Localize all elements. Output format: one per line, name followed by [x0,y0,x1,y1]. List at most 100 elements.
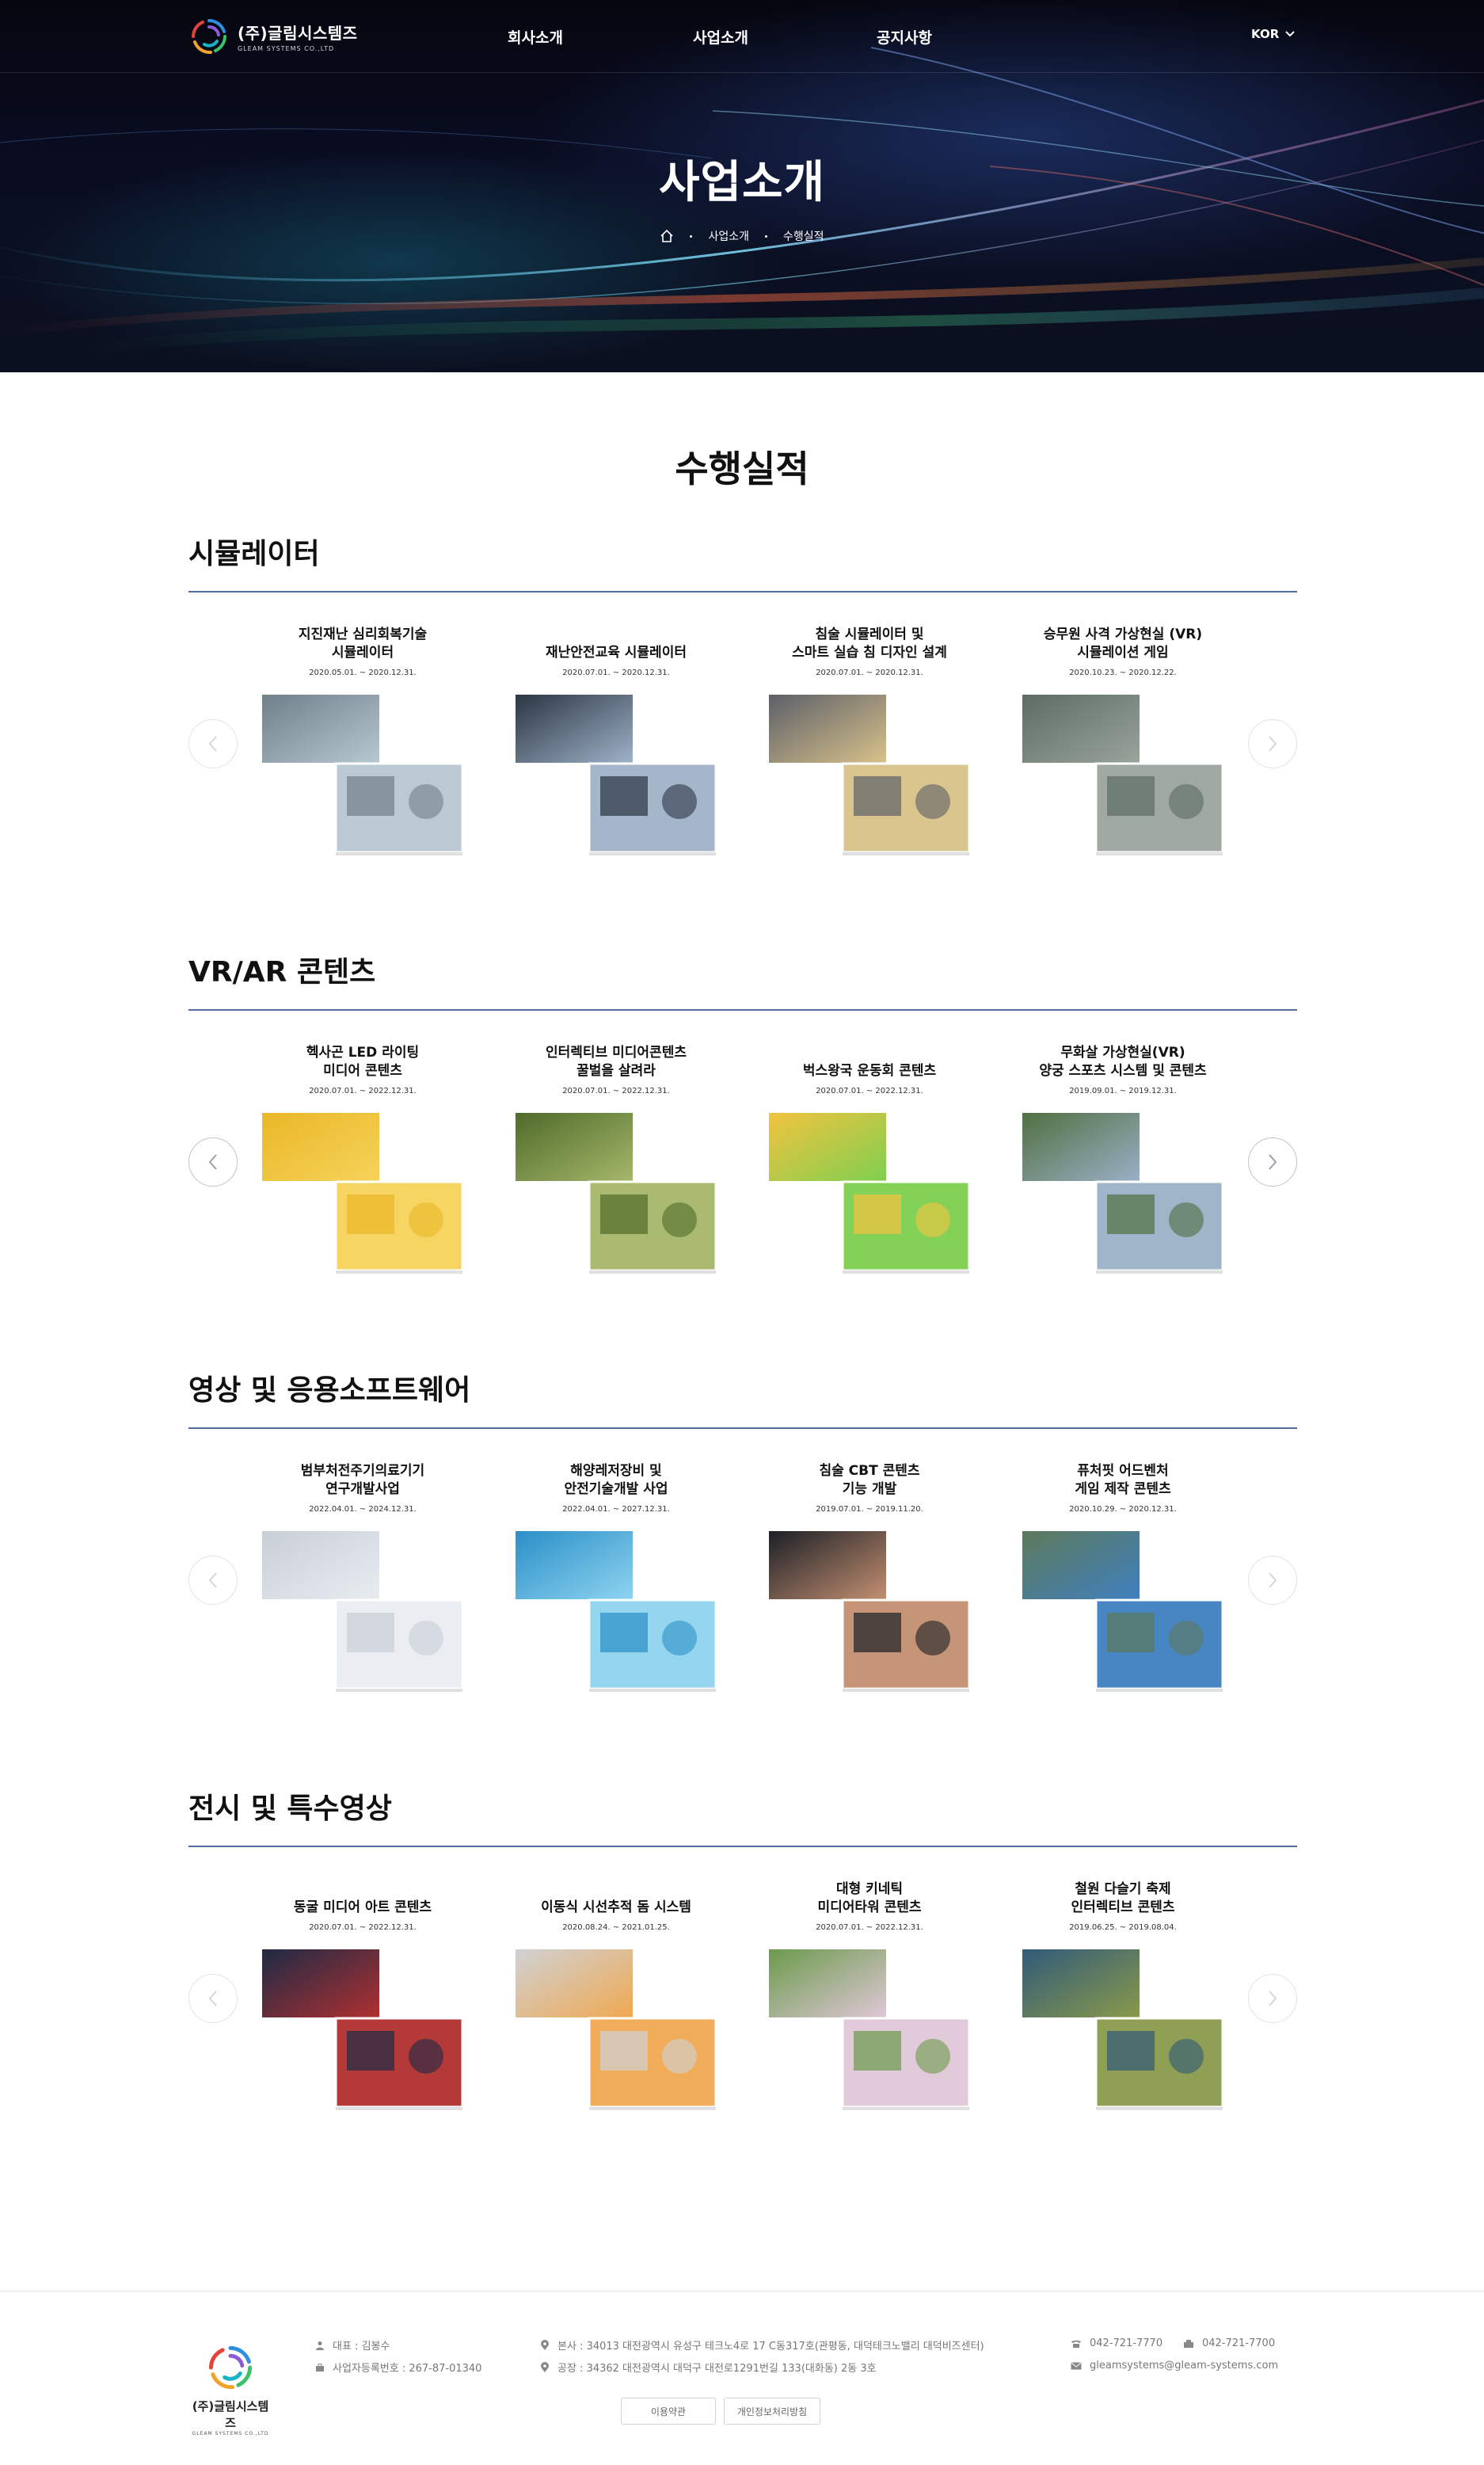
site-footer: (주)글림시스템즈 GLEAM SYSTEMS CO.,LTD 대표 : 김봉수… [0,2291,1484,2465]
chevron-left-icon [208,1991,217,2006]
project-period: 2020.07.01. ~ 2022.12.31. [309,1087,417,1095]
section-title: VR/AR 콘텐츠 [188,956,376,989]
project-thumbnail-image [513,1109,719,1279]
project-card[interactable]: 철원 다슬기 축제 인터렉티브 콘텐츠 2019.06.25. ~ 2019.08… [1004,1880,1242,2118]
footer-email: gleamsystems@gleam-systems.com [1071,2360,1278,2372]
project-period: 2020.07.01. ~ 2022.12.31. [309,1923,417,1932]
footer-biz-number: 사업자등록번호 : 267-87-01340 [315,2360,481,2375]
breadcrumb: 사업소개 수행실적 [0,228,1484,244]
privacy-policy-button[interactable]: 개인정보처리방침 [724,2398,820,2425]
footer-logo-korean: (주)글림시스템즈 [192,2399,269,2430]
carousel-next-button[interactable] [1248,1137,1297,1187]
language-selector[interactable]: KOR [1251,27,1295,41]
nav-business[interactable]: 사업소개 [693,26,748,48]
carousel-next-button[interactable] [1248,719,1297,768]
company-logo[interactable]: (주)글림시스템즈 GLEAM SYSTEMS CO.,LTD [188,16,358,57]
logo-text-korean: (주)글림시스템즈 [238,24,358,43]
breadcrumb-current: 수행실적 [783,230,824,243]
footer-email-text[interactable]: gleamsystems@gleam-systems.com [1090,2360,1278,2372]
project-thumbnail-image [260,1109,466,1279]
project-card[interactable]: 침술 CBT 콘텐츠 기능 개발 2019.07.01. ~ 2019.11.20… [751,1462,988,1700]
section-3: 영상 및 응용소프트웨어 범부처전주기의료기기 연구개발사업 2022.04.01.… [188,1367,1297,1747]
chevron-down-icon [1285,31,1295,37]
footer-fax-text: 042-721-7700 [1202,2337,1276,2349]
footer-factory-address: 공장 : 34362 대전광역시 대덕구 대전로1291번길 133(대화동) … [540,2360,877,2375]
footer-ceo: 대표 : 김봉수 [315,2337,390,2353]
project-thumbnail-image [1020,1527,1226,1697]
mail-icon [1071,2362,1082,2369]
project-card[interactable]: 동굴 미디어 아트 콘텐츠 2020.07.01. ~ 2022.12.31. [244,1880,481,2118]
carousel-next-button[interactable] [1248,1974,1297,2023]
project-thumbnail-image [767,1109,972,1279]
section-2: VR/AR 콘텐츠헥사곤 LED 라이팅 미디어 콘텐츠 2020.07.01. … [188,949,1297,1329]
project-period: 2020.07.01. ~ 2022.12.31. [816,1087,923,1095]
carousel-next-button[interactable] [1248,1556,1297,1605]
carousel-prev-button[interactable] [188,1137,238,1187]
project-period: 2020.05.01. ~ 2020.12.31. [309,669,417,677]
project-card[interactable]: 대형 키네틱 미디어타워 콘텐츠 2020.07.01. ~ 2022.12.31… [751,1880,988,2118]
project-card[interactable]: 지진재난 심리회복기술 시뮬레이터 2020.05.01. ~ 2020.12.3… [244,626,481,863]
project-thumbnail-image [513,691,719,861]
section-divider [188,591,1297,592]
language-label: KOR [1251,27,1280,41]
project-period: 2020.07.01. ~ 2020.12.31. [562,669,670,677]
footer-logo-mark-icon [208,2345,253,2390]
page-title: 수행실적 [675,448,809,490]
project-period: 2019.09.01. ~ 2019.12.31. [1069,1087,1177,1095]
project-card[interactable]: 범부처전주기의료기기 연구개발사업 2022.04.01. ~ 2024.12.3… [244,1462,481,1700]
person-icon [316,2341,324,2350]
project-title: 침술 CBT 콘텐츠 기능 개발 [819,1463,920,1497]
nav-notice[interactable]: 공지사항 [877,26,932,48]
project-title: 재난안전교육 시뮬레이터 [546,645,687,661]
project-title: 대형 키네틱 미디어타워 콘텐츠 [817,1881,922,1915]
project-card[interactable]: 해양레저장비 및 안전기술개발 사업 2022.04.01. ~ 2027.12.… [497,1462,735,1700]
project-period: 2020.07.01. ~ 2022.12.31. [562,1087,670,1095]
project-title: 헥사곤 LED 라이팅 미디어 콘텐츠 [306,1045,420,1079]
project-period: 2019.06.25. ~ 2019.08.04. [1069,1923,1177,1932]
top-navigation-bar: (주)글림시스템즈 GLEAM SYSTEMS CO.,LTD 회사소개 사업소… [0,0,1484,73]
terms-button[interactable]: 이용약관 [621,2398,716,2425]
location-pin-icon [541,2339,549,2350]
project-thumbnail-image [513,1527,719,1697]
project-title: 범부처전주기의료기기 연구개발사업 [300,1463,425,1497]
project-card[interactable]: 벅스왕국 운동회 콘텐츠 2020.07.01. ~ 2022.12.31. [751,1044,988,1282]
carousel-prev-button[interactable] [188,1974,238,2023]
project-period: 2019.07.01. ~ 2019.11.20. [816,1505,923,1514]
project-title: 지진재난 심리회복기술 시뮬레이터 [298,627,428,661]
project-title: 침술 시뮬레이터 및 스마트 실습 침 디자인 설계 [792,627,947,661]
project-card[interactable]: 재난안전교육 시뮬레이터 2020.07.01. ~ 2020.12.31. [497,626,735,863]
project-card[interactable]: 인터렉티브 미디어콘텐츠 꿀벌을 살려라 2020.07.01. ~ 2022.1… [497,1044,735,1282]
project-period: 2020.10.23. ~ 2020.12.22. [1069,669,1177,677]
project-title: 동굴 미디어 아트 콘텐츠 [293,1899,432,1915]
breadcrumb-separator [690,234,693,238]
section-title: 전시 및 특수영상 [188,1793,392,1825]
footer-logo-english: GLEAM SYSTEMS CO.,LTD [192,2431,269,2436]
footer-biz-number-text: 사업자등록번호 : 267-87-01340 [333,2363,482,2375]
carousel-prev-button[interactable] [188,719,238,768]
project-card[interactable]: 헥사곤 LED 라이팅 미디어 콘텐츠 2020.07.01. ~ 2022.12… [244,1044,481,1282]
project-card[interactable]: 침술 시뮬레이터 및 스마트 실습 침 디자인 설계 2020.07.01. ~ … [751,626,988,863]
project-card[interactable]: 승무원 사격 가상현실 (VR) 시뮬레이션 게임 2020.10.23. ~ 2… [1004,626,1242,863]
project-card[interactable]: 퓨처핏 어드벤처 게임 제작 콘텐츠 2020.10.29. ~ 2020.12.… [1004,1462,1242,1700]
logo-mark-icon [192,19,226,55]
footer-hq-address: 본사 : 34013 대전광역시 유성구 테크노4로 17 C동317호(관평동… [540,2337,984,2353]
project-thumbnail-image [260,691,466,861]
project-thumbnail-image [767,1945,972,2116]
hero-banner: (주)글림시스템즈 GLEAM SYSTEMS CO.,LTD 회사소개 사업소… [0,0,1484,372]
project-thumbnail-image [1020,1945,1226,2116]
location-pin-icon [541,2361,549,2372]
home-icon[interactable] [660,229,674,243]
nav-company[interactable]: 회사소개 [508,26,563,48]
project-card[interactable]: 이동식 시선추적 돔 시스템 2020.08.24. ~ 2021.01.25. [497,1880,735,2118]
footer-logo[interactable]: (주)글림시스템즈 GLEAM SYSTEMS CO.,LTD [187,2342,274,2436]
project-card[interactable]: 무화살 가상현실(VR) 양궁 스포츠 시스템 및 콘텐츠 2019.09.01.… [1004,1044,1242,1282]
project-period: 2022.04.01. ~ 2024.12.31. [309,1505,417,1514]
project-thumbnail-image [767,691,972,861]
project-thumbnail-image [767,1527,972,1697]
breadcrumb-separator [765,234,767,238]
breadcrumb-business[interactable]: 사업소개 [708,228,749,244]
project-period: 2022.04.01. ~ 2027.12.31. [562,1505,670,1514]
logo-text-english: GLEAM SYSTEMS CO.,LTD [238,45,335,52]
project-title: 인터렉티브 미디어콘텐츠 꿀벌을 살려라 [546,1045,687,1079]
carousel-prev-button[interactable] [188,1556,238,1605]
